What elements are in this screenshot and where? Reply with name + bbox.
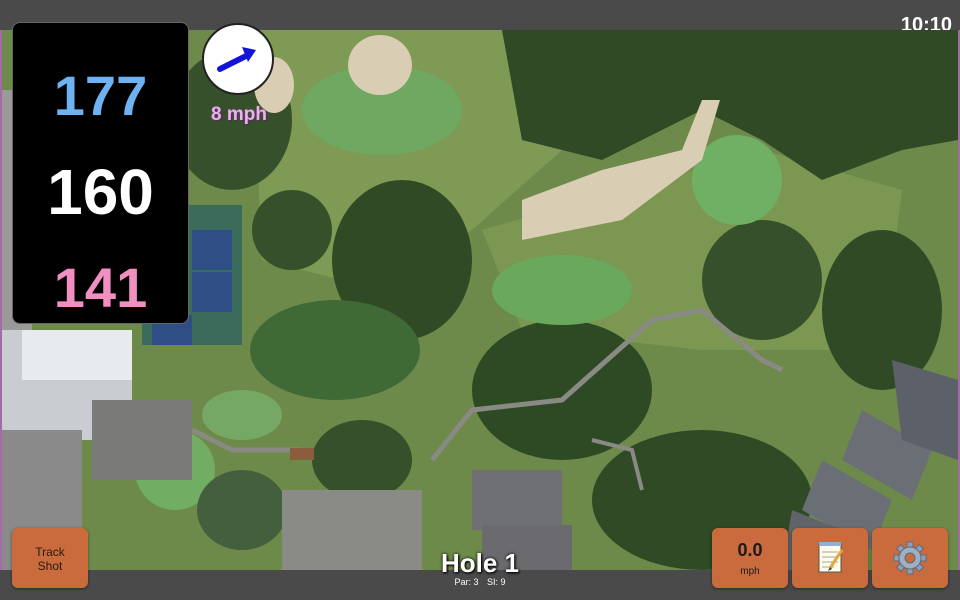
track-shot-button[interactable]: Track Shot (12, 528, 88, 588)
distance-panel: 177 160 141 (12, 22, 189, 324)
front-distance: 141 (53, 256, 148, 319)
wind-speed: 8 mph (211, 104, 267, 125)
wind-arrow-icon (217, 47, 256, 72)
notepad-icon (818, 542, 844, 573)
center-distance: 160 (47, 156, 154, 228)
speed-button[interactable]: 0.0 mph (712, 528, 788, 588)
wind-indicator (202, 23, 274, 95)
track-shot-label-line1: Track (35, 545, 65, 559)
back-distance: 177 (53, 64, 148, 127)
hole-title: Hole 1 (440, 548, 520, 578)
speed-value: 0.0 (737, 540, 763, 560)
hole-meta: Par: 3 SI: 9 (400, 577, 560, 587)
speed-unit: mph (740, 566, 760, 577)
gear-icon (893, 541, 927, 575)
notes-button[interactable] (792, 528, 868, 588)
settings-button[interactable] (872, 528, 948, 588)
hole-par: Par: 3 (454, 577, 479, 587)
hole-stroke-index: SI: 9 (487, 577, 506, 587)
track-shot-label-line2: Shot (37, 559, 63, 573)
